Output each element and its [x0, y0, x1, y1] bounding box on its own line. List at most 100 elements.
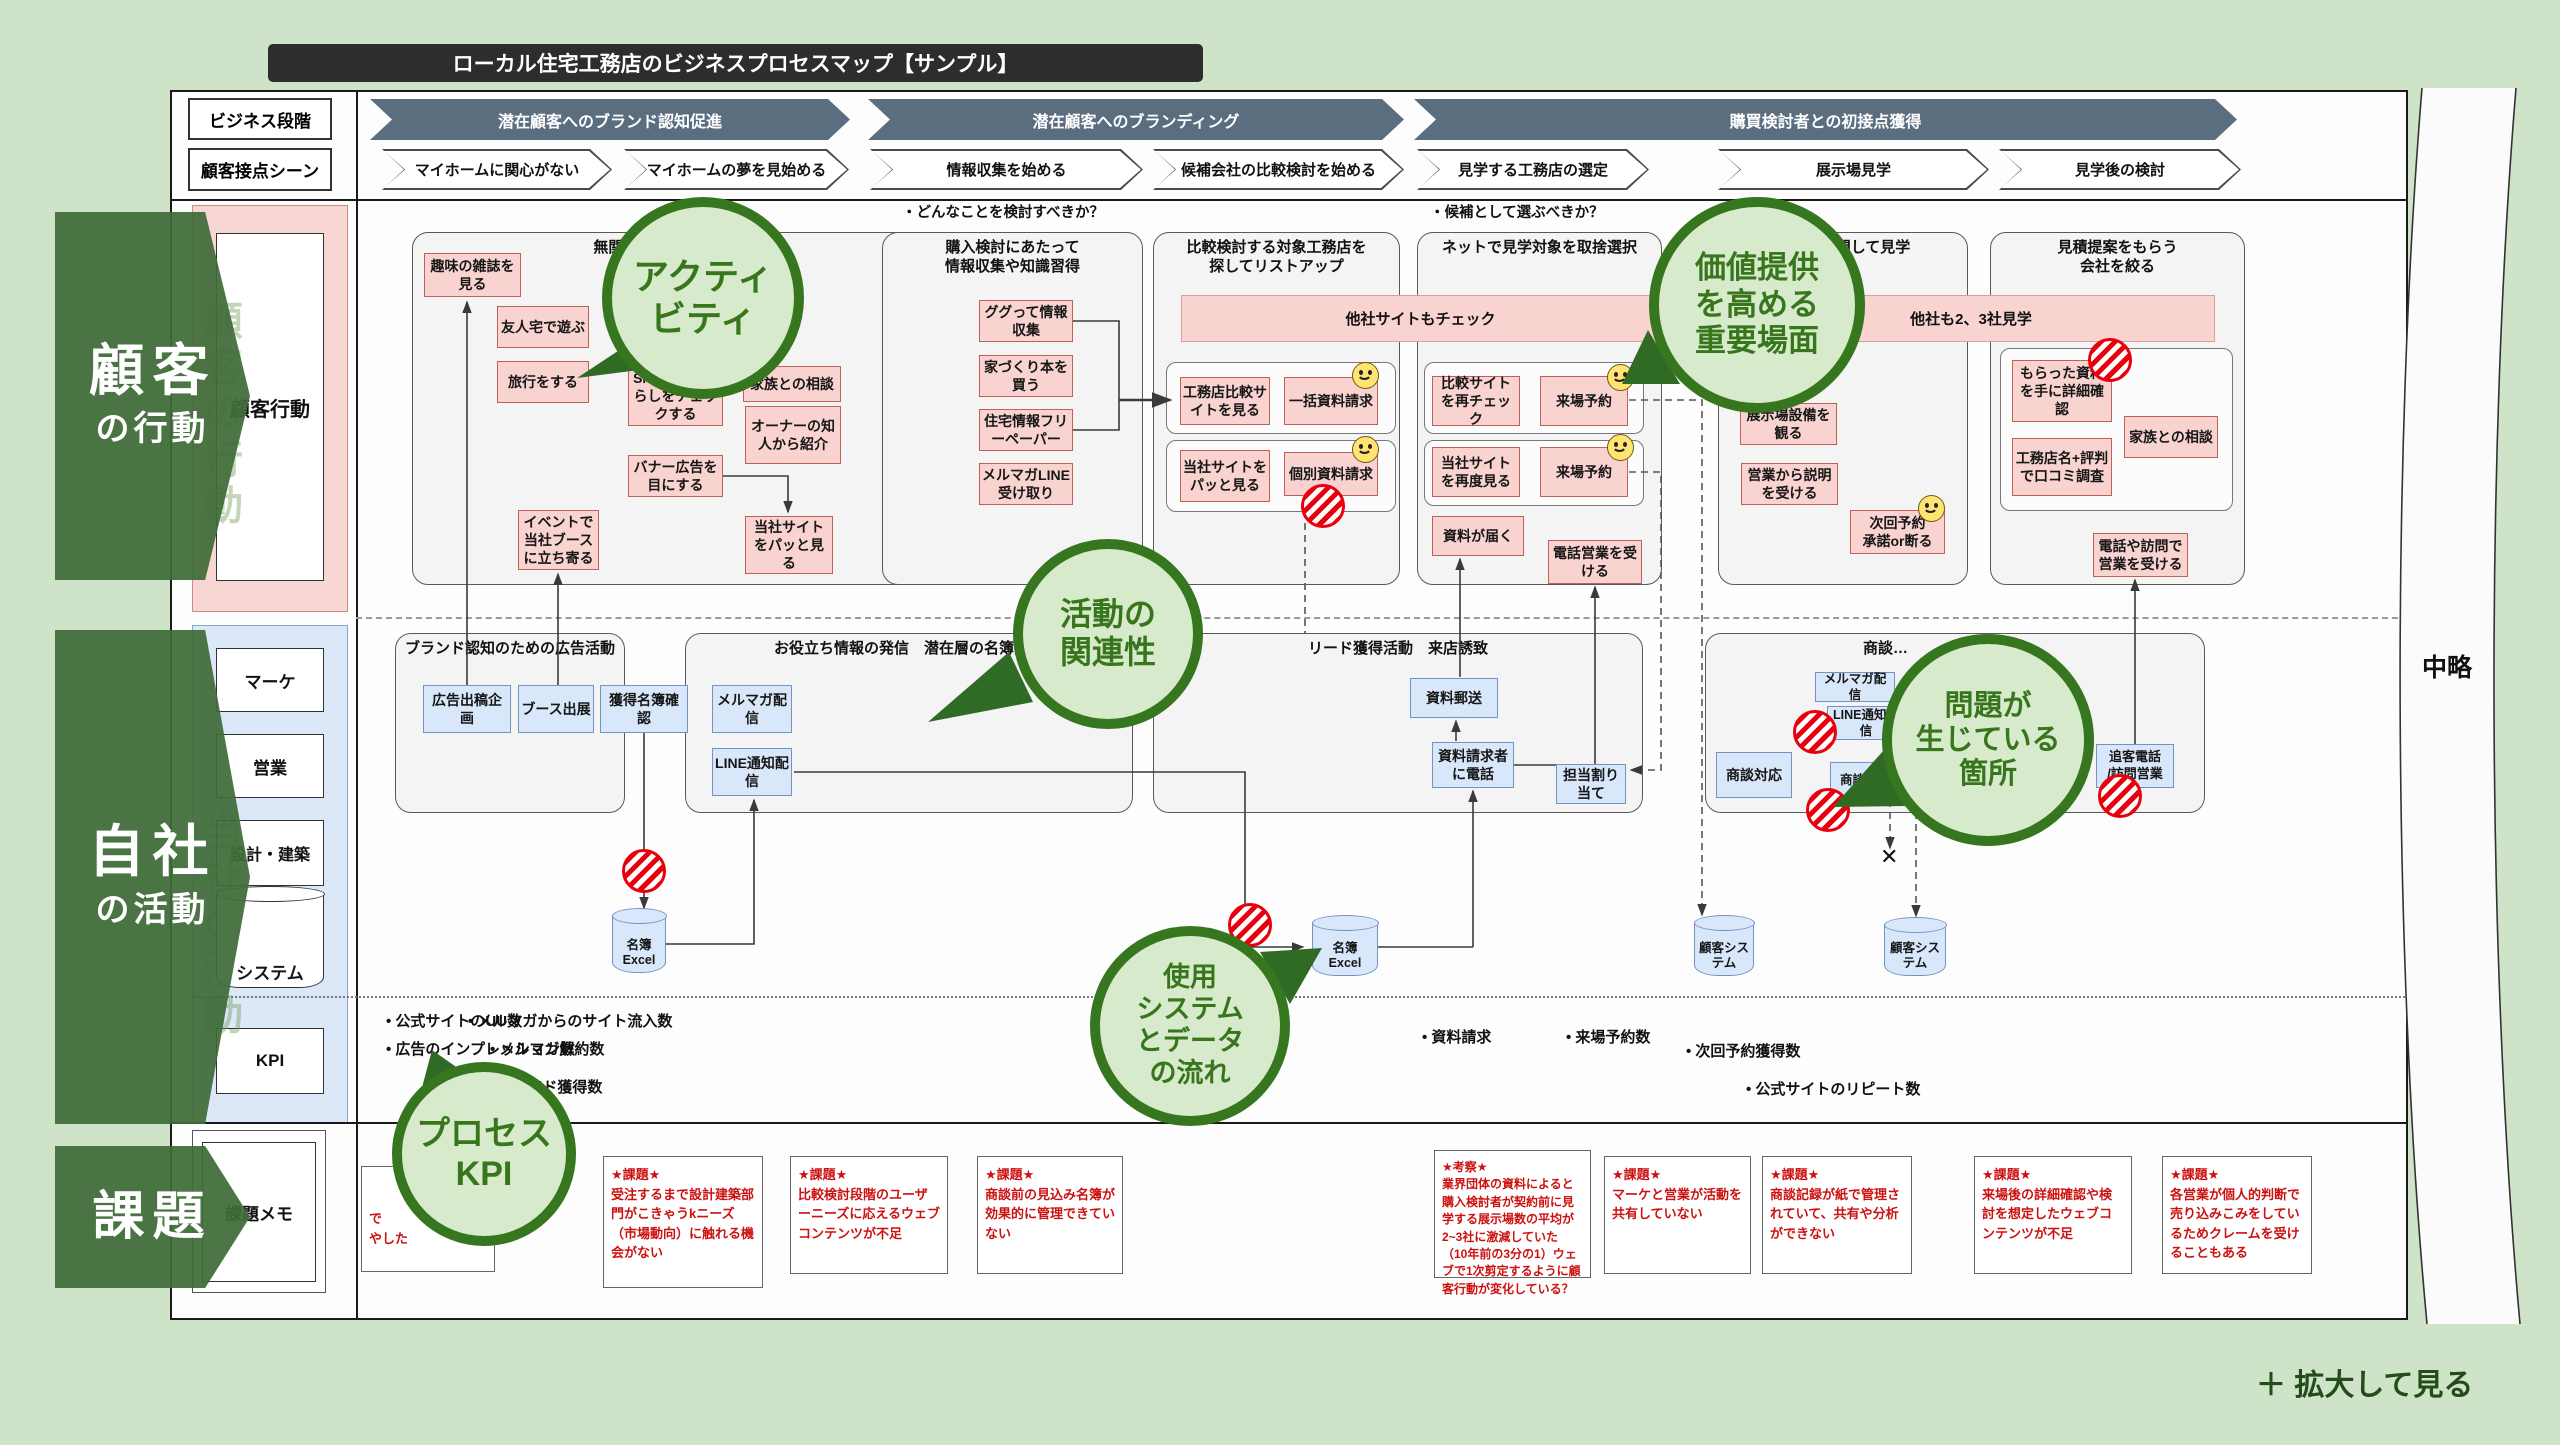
- callout-problem-spot: 問題が 生じている 箇所: [1882, 634, 2094, 846]
- action-node: 友人宅で遊ぶ: [497, 306, 589, 348]
- stage-label: 購買検討者との初接点獲得: [1730, 108, 1922, 132]
- zoom-in-link[interactable]: ＋ 拡大して見る: [2256, 1360, 2473, 1404]
- action-node: 工務店名+評判で口コミ調査: [2012, 438, 2112, 496]
- smiley-icon: [1352, 362, 1379, 389]
- activity-node: 広告出稿企画: [423, 685, 511, 733]
- problem-hatch-icon: [1301, 484, 1345, 528]
- kpi-item: • 来場予約数: [1566, 1026, 1650, 1047]
- issue-tag: ★課題★: [1982, 1165, 2124, 1185]
- issue-text: 受注するまで設計建築部門がこきゃうkニーズ（市場動向）に触れる機会がない: [611, 1187, 754, 1261]
- issue-tag: ★考察★: [1442, 1159, 1583, 1176]
- customer-company-separator: [356, 617, 2408, 619]
- scene-label: 候補会社の比較検討を始める: [1181, 159, 1376, 180]
- issue-text: 各営業が個人的判断で売り込みこみをしているためクレームを受けることもある: [2170, 1187, 2300, 1261]
- kpi-item: • メルマガからのサイト流入数: [468, 1010, 672, 1031]
- action-node: 工務店比較サイトを見る: [1180, 377, 1270, 425]
- issue-text: 商談前の見込み名簿が効果的に管理できていない: [985, 1187, 1115, 1241]
- action-node: ググって情報収集: [979, 300, 1073, 342]
- scene-label: 展示場見学: [1816, 159, 1891, 180]
- kpi-item: • 次回予約獲得数: [1686, 1040, 1800, 1061]
- annotation-choose: ・候補として選ぶべきか？: [1430, 201, 1604, 222]
- issue-tag: ★課題★: [611, 1165, 755, 1185]
- issue-note: ★考察★業界団体の資料によると購入検討者が契約前に見学する展示場数の平均が2~3…: [1434, 1150, 1591, 1278]
- issue-tag: ★課題★: [1612, 1165, 1743, 1185]
- scene-label: 見学後の検討: [2075, 159, 2165, 180]
- activity-node: LINE通知配信: [712, 748, 792, 796]
- database-customer-system: 顧客システム: [1694, 922, 1754, 976]
- business-process-map-page: ローカル住宅工務店のビジネスプロセスマップ【サンプル】 ビジネス段階 顧客接点シ…: [0, 0, 2560, 1445]
- issue-text: 比較検討段階のユーザーニーズに応えるウェブコンテンツが不足: [798, 1187, 940, 1241]
- issue-text: マーケと営業が活動を共有していない: [1612, 1187, 1742, 1222]
- action-node: オーナーの知人から紹介: [745, 406, 841, 464]
- kpi-item: • メルマガ解約数: [490, 1038, 604, 1059]
- issue-note: ★課題★来場後の詳細確認や検討を想定したウェブコンテンツが不足: [1974, 1156, 2132, 1274]
- scene-1: マイホームに関心がない: [382, 149, 612, 190]
- issue-text: 商談記録が紙で管理されていて、共有や分析ができない: [1770, 1187, 1900, 1241]
- smiley-icon: [1352, 436, 1379, 463]
- group-title: 購入検討にあたって 情報収集や知識習得: [883, 239, 1142, 277]
- scene-4: 候補会社の比較検討を始める: [1153, 149, 1404, 190]
- scene-7: 見学後の検討: [1999, 149, 2241, 190]
- group-title: 比較検討する対象工務店を 探してリストアップ: [1154, 239, 1399, 277]
- action-node: 趣味の雑誌を見る: [424, 253, 521, 297]
- action-node: 家族との相談: [2124, 416, 2218, 458]
- header-separator: [170, 199, 2408, 201]
- issue-note: ★課題★受注するまで設計建築部門がこきゃうkニーズ（市場動向）に触れる機会がない: [603, 1156, 763, 1288]
- scene-label: 情報収集を始める: [946, 159, 1066, 180]
- customer-lane-title-sub: の行動: [96, 401, 210, 450]
- action-node: 旅行をする: [497, 361, 589, 403]
- omitted-label: 中略: [2402, 648, 2492, 684]
- action-node: 営業から説明を受ける: [1741, 463, 1838, 505]
- issue-tag: ★課題★: [1770, 1165, 1904, 1185]
- scene-5: 見学する工務店の選定: [1417, 149, 1649, 190]
- activity-node: 獲得名簿確認: [600, 685, 688, 733]
- database-customer-system-2: 顧客システム: [1884, 924, 1946, 976]
- action-node: 資料が届く: [1432, 516, 1524, 556]
- page-title: ローカル住宅工務店のビジネスプロセスマップ【サンプル】: [268, 44, 1203, 82]
- action-node: 電話や訪問で営業を受ける: [2093, 533, 2188, 577]
- customer-lane-title-main: 顧客: [89, 342, 217, 401]
- annotation-consider: ・どんなことを検討すべきか？: [902, 201, 1104, 222]
- issue-text: 来場後の詳細確認や検討を想定したウェブコンテンツが不足: [1982, 1187, 2112, 1241]
- business-stage-label: ビジネス段階: [188, 98, 332, 140]
- issue-note: ★課題★比較検討段階のユーザーニーズに応えるウェブコンテンツが不足: [790, 1156, 948, 1274]
- lane-header-divider: [356, 90, 358, 1320]
- issue-note: ★課題★商談前の見込み名簿が効果的に管理できていない: [977, 1156, 1123, 1274]
- problem-hatch-icon: [1806, 788, 1850, 832]
- scene-2: マイホームの夢を見始める: [624, 149, 849, 190]
- scene-label: マイホームの夢を見始める: [647, 159, 827, 180]
- problem-hatch-icon: [2088, 338, 2132, 382]
- action-node: 住宅情報フリーペーパー: [979, 409, 1073, 451]
- action-node: 当社サイトをパッと見る: [745, 516, 833, 574]
- scene-6: 展示場見学: [1718, 149, 1989, 190]
- callout-system-dataflow: 使用 システム とデータ の流れ: [1090, 926, 1290, 1126]
- company-lane-title-sub: の活動: [96, 882, 210, 931]
- scene-label: 見学する工務店の選定: [1458, 159, 1608, 180]
- database-roster-excel: 名簿 Excel: [612, 915, 666, 973]
- issue-note: ★課題★各営業が個人的判断で売り込みこみをしているためクレームを受けることもある: [2162, 1156, 2312, 1274]
- kpi-item: • 資料請求: [1422, 1026, 1491, 1047]
- group-title: 商談…: [1863, 640, 1908, 659]
- smiley-icon: [1607, 434, 1634, 461]
- action-node: 当社サイトをパッと見る: [1180, 450, 1270, 502]
- kpi-item: • 公式サイトのリピート数: [1746, 1078, 1920, 1099]
- action-node: 家づくり本を買う: [979, 355, 1073, 397]
- callout-activity: アクティ ビティ: [602, 197, 804, 399]
- activity-node: 商談対応: [1716, 752, 1792, 798]
- stage-brand-awareness: 潜在顧客へのブランド認知促進: [370, 99, 850, 140]
- group-title: 見積提案をもらう 会社を絞る: [1991, 239, 2244, 277]
- smiley-icon: [1607, 364, 1634, 391]
- group-title: ブランド認知のための広告活動: [396, 640, 624, 659]
- activity-node: 資料請求者に電話: [1432, 742, 1514, 788]
- smiley-icon: [1918, 495, 1945, 522]
- stage-branding: 潜在顧客へのブランディング: [868, 99, 1404, 140]
- action-node: バナー広告を目にする: [628, 455, 723, 497]
- stage-label: 潜在顧客へのブランディング: [1033, 108, 1240, 132]
- system-kpi-separator: [192, 996, 2408, 998]
- problem-hatch-icon: [2098, 774, 2142, 818]
- blocked-x-mark: ✕: [1880, 844, 1898, 870]
- band-check-other-sites: 他社サイトもチェック: [1181, 295, 1660, 342]
- issue-text: 業界団体の資料によると購入検討者が契約前に見学する展示場数の平均が2~3社に激減…: [1442, 1177, 1581, 1295]
- action-node: イベントで当社ブースに立ち寄る: [518, 510, 599, 570]
- group-title: ネットで見学対象を取捨選択: [1418, 239, 1661, 258]
